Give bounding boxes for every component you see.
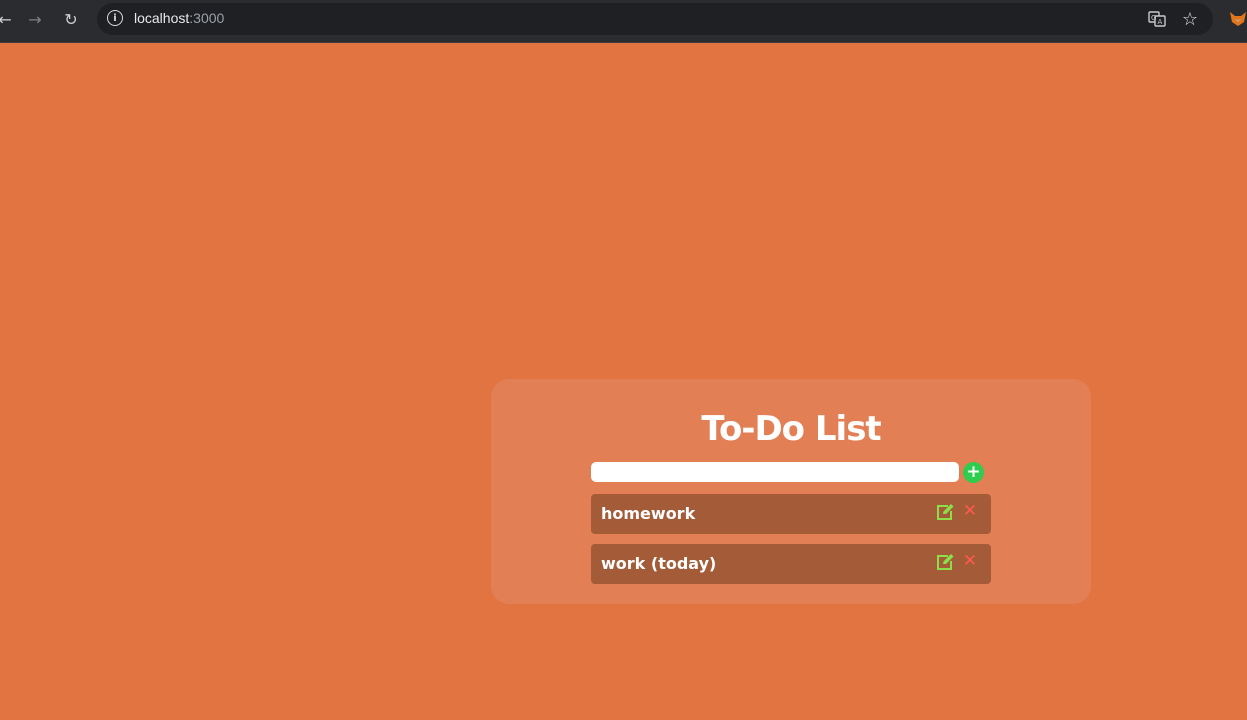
delete-icon[interactable]: ✕ (962, 550, 978, 572)
svg-text:G: G (1151, 14, 1156, 22)
bookmark-star-icon[interactable]: ☆ (1180, 9, 1200, 30)
site-info-icon[interactable]: i (107, 10, 123, 26)
url-host: localhost (134, 10, 190, 26)
edit-icon[interactable] (935, 553, 955, 571)
url-port: :3000 (189, 10, 225, 26)
todo-card: To-Do List + homework ✕ work (today) ✕ (491, 379, 1091, 604)
add-todo-button[interactable]: + (963, 462, 984, 483)
todo-item: work (today) ✕ (591, 544, 991, 584)
page-title: To-Do List (701, 409, 881, 449)
todo-input[interactable] (591, 462, 959, 482)
browser-toolbar: ← → ↻ i localhost:3000 G A ☆ (0, 0, 1247, 43)
translate-icon[interactable]: G A (1147, 10, 1167, 28)
url-text[interactable]: localhost:3000 (134, 10, 224, 26)
todo-text: work (today) (601, 554, 717, 573)
edit-icon[interactable] (935, 503, 955, 521)
delete-icon[interactable]: ✕ (962, 500, 978, 522)
address-bar[interactable]: i localhost:3000 G A ☆ (97, 3, 1213, 35)
todo-item: homework ✕ (591, 494, 991, 534)
todo-text: homework (601, 504, 696, 523)
svg-text:A: A (1158, 18, 1163, 26)
reload-icon[interactable]: ↻ (58, 7, 84, 33)
back-icon[interactable]: ← (0, 7, 18, 33)
forward-icon[interactable]: → (22, 7, 48, 33)
fox-extension-icon[interactable] (1229, 10, 1247, 28)
